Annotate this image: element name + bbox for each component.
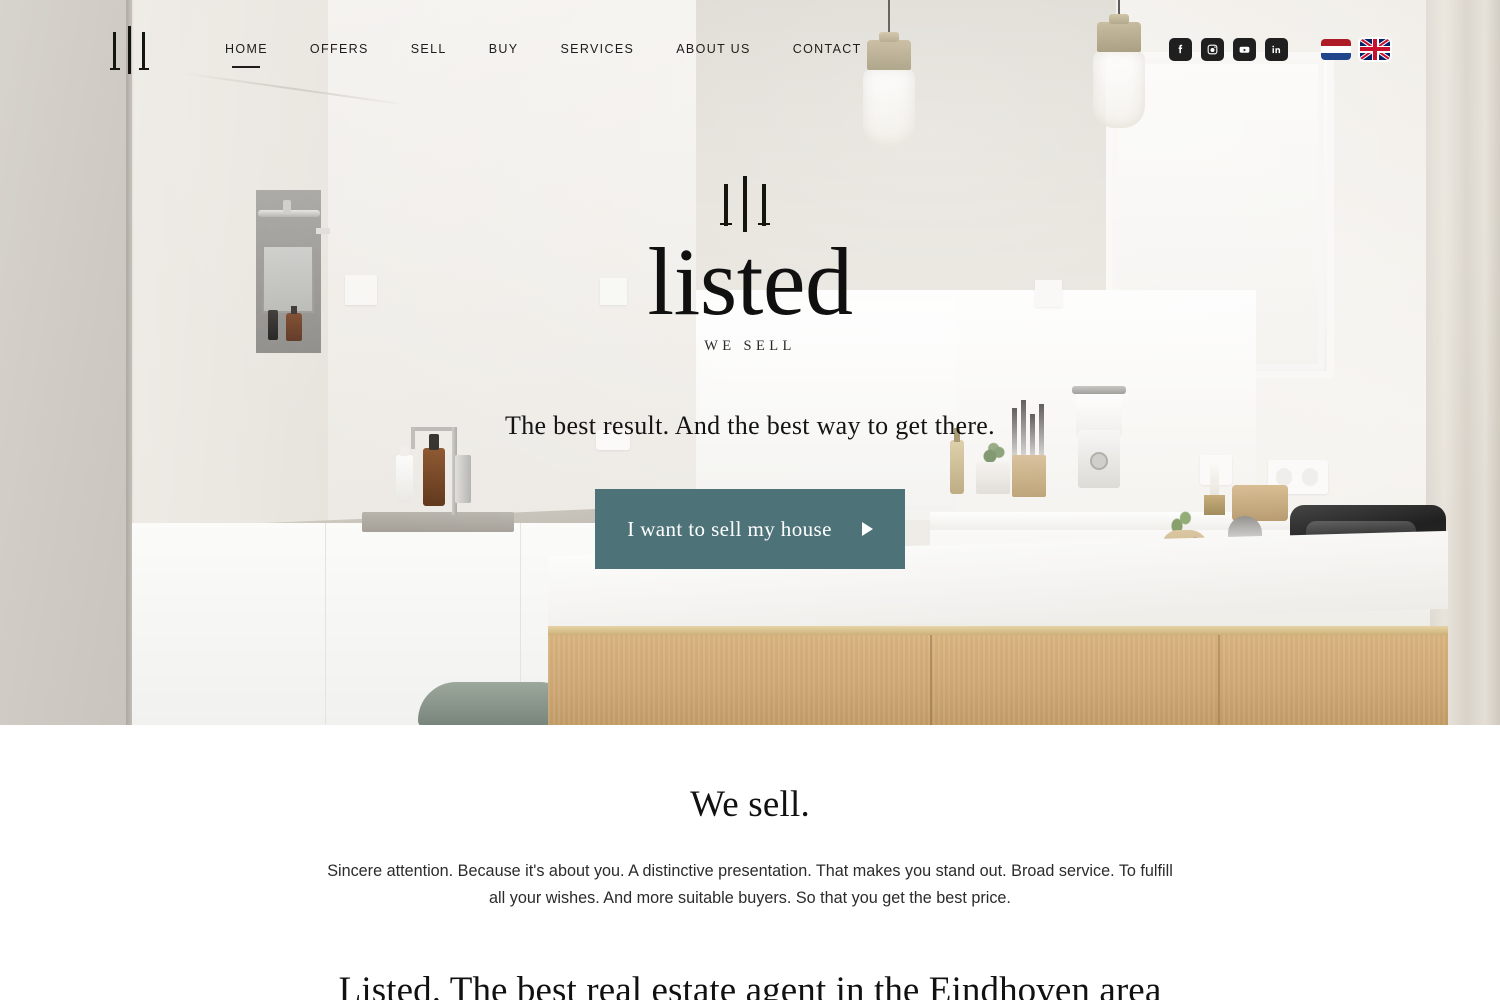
nav-item-services[interactable]: SERVICES [539,36,655,62]
hero-logo-wordmark: listed [647,228,853,335]
header-utilities [1169,37,1390,61]
youtube-icon[interactable] [1233,37,1256,61]
hero-section: HOME OFFERS SELL BUY SERVICES ABOUT US C… [0,0,1500,725]
nav-item-home[interactable]: HOME [204,36,289,68]
brand-logo-mark-icon[interactable] [110,24,156,74]
sell-my-house-button[interactable]: I want to sell my house [595,489,905,569]
eindhoven-heading: Listed. The best real estate agent in th… [338,970,1162,1000]
site-header: HOME OFFERS SELL BUY SERVICES ABOUT US C… [0,0,1500,98]
nav-active-underline [232,66,261,68]
we-sell-body: Sincere attention. Because it's about yo… [327,862,1173,907]
dutch-flag[interactable] [1321,38,1351,60]
nav-label-buy: BUY [488,42,519,56]
nav-item-buy[interactable]: BUY [468,36,540,62]
facebook-icon[interactable] [1169,37,1192,61]
play-triangle-icon [861,522,873,536]
nav-label-about-us: ABOUT US [676,42,751,56]
nav-item-about-us[interactable]: ABOUT US [655,36,771,62]
nav-item-sell[interactable]: SELL [390,36,468,62]
nav-item-contact[interactable]: CONTACT [772,36,883,62]
linkedin-icon[interactable] [1265,37,1288,61]
uk-flag[interactable] [1360,38,1390,60]
nav-label-contact: CONTACT [792,42,862,56]
sell-my-house-button-label: I want to sell my house [627,516,832,541]
hero-headline: The best result. And the best way to get… [505,411,995,440]
language-switcher [1321,38,1390,60]
we-sell-section: We sell. Sincere attention. Because it's… [0,725,1500,1000]
hero-logo-mark-icon [720,176,780,232]
hero-content: listed WE SELL The best result. And the … [0,0,1500,725]
main-navigation: HOME OFFERS SELL BUY SERVICES ABOUT US C… [204,36,883,68]
instagram-icon[interactable] [1201,37,1224,61]
nav-label-home: HOME [225,42,268,56]
we-sell-title: We sell. [690,784,810,825]
nav-label-offers: OFFERS [309,42,369,56]
nav-label-sell: SELL [410,42,447,56]
hero-logo-tagline: WE SELL [704,338,796,354]
nav-label-services: SERVICES [560,42,635,56]
nav-item-offers[interactable]: OFFERS [289,36,390,62]
